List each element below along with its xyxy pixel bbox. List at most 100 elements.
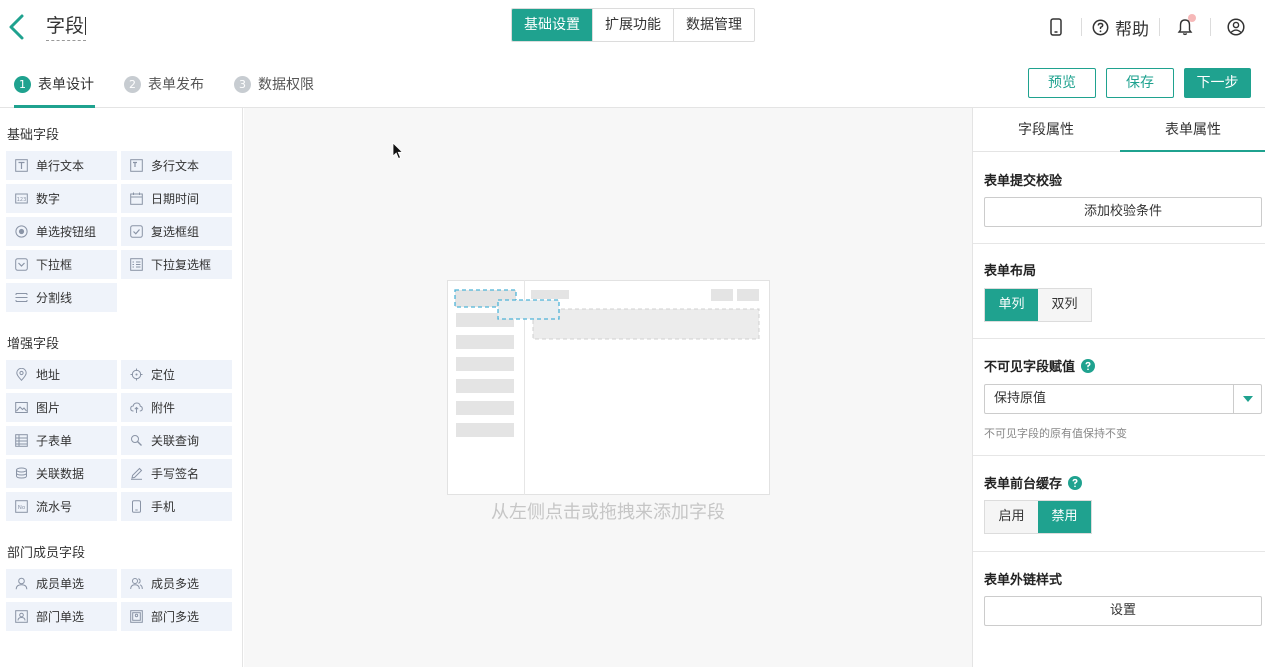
section-title-submit-validation: 表单提交校验 bbox=[984, 174, 1063, 189]
link-data-icon bbox=[16, 467, 27, 479]
help-circle-icon[interactable] bbox=[1081, 358, 1096, 373]
tab-data-management[interactable]: 数据管理 bbox=[673, 9, 754, 41]
field-label: 子表单 bbox=[36, 434, 73, 448]
field-number[interactable]: 123 数字 bbox=[6, 184, 117, 213]
field-serial-number[interactable]: No 流水号 bbox=[6, 492, 117, 521]
field-multi-dropdown[interactable]: 下拉复选框 bbox=[121, 250, 232, 279]
tab-extensions[interactable]: 扩展功能 bbox=[592, 9, 673, 41]
field-link-query[interactable]: 关联查询 bbox=[121, 426, 232, 455]
divider bbox=[1159, 18, 1160, 36]
notification-dot bbox=[1188, 14, 1196, 22]
field-subform[interactable]: 子表单 bbox=[6, 426, 117, 455]
field-divider[interactable]: 分割线 bbox=[6, 283, 117, 312]
field-attachment[interactable]: 附件 bbox=[121, 393, 232, 422]
field-dropdown[interactable]: 下拉框 bbox=[6, 250, 117, 279]
field-department-multi[interactable]: 部门多选 bbox=[121, 602, 232, 631]
user-avatar-icon[interactable] bbox=[1221, 12, 1251, 42]
field-label: 地址 bbox=[36, 368, 61, 382]
field-datetime[interactable]: 日期时间 bbox=[121, 184, 232, 213]
field-checkbox-group[interactable]: 复选框组 bbox=[121, 217, 232, 246]
svg-text:No: No bbox=[18, 505, 26, 511]
cloud-upload-icon bbox=[130, 402, 143, 413]
users-icon bbox=[130, 578, 143, 590]
pen-icon bbox=[131, 467, 143, 480]
multi-dropdown-icon bbox=[130, 258, 143, 271]
field-phone[interactable]: 手机 bbox=[121, 492, 232, 521]
next-step-button[interactable]: 下一步 bbox=[1184, 68, 1251, 98]
field-member-single[interactable]: 成员单选 bbox=[6, 569, 117, 598]
step-data-permissions[interactable]: 3 数据权限 bbox=[234, 74, 314, 94]
help-label: 帮助 bbox=[1115, 19, 1149, 40]
step-number: 3 bbox=[234, 75, 251, 93]
notification-bell-icon[interactable] bbox=[1170, 12, 1200, 42]
field-location[interactable]: 定位 bbox=[121, 360, 232, 389]
invisible-field-select[interactable]: 保持原值 bbox=[984, 384, 1262, 414]
caret-down-icon[interactable] bbox=[1233, 385, 1261, 413]
layout-single-column-option[interactable]: 单列 bbox=[985, 289, 1038, 321]
mobile-preview-icon[interactable] bbox=[1041, 12, 1071, 42]
help-button[interactable]: 帮助 bbox=[1092, 15, 1149, 40]
section-divider bbox=[973, 338, 1265, 339]
field-label: 下拉框 bbox=[36, 258, 73, 272]
field-label: 数字 bbox=[36, 192, 61, 206]
field-member-multi[interactable]: 成员多选 bbox=[121, 569, 232, 598]
field-label: 关联数据 bbox=[36, 467, 85, 481]
number-icon: 123 bbox=[15, 193, 28, 204]
section-divider bbox=[973, 455, 1265, 456]
section-title-text: 不可见字段赋值 bbox=[984, 360, 1076, 375]
field-label: 部门多选 bbox=[151, 610, 200, 624]
field-label: 单选按钮组 bbox=[36, 225, 97, 239]
layout-segmented-control: 单列 双列 bbox=[984, 288, 1092, 322]
phone-icon bbox=[132, 500, 141, 513]
tab-field-properties[interactable]: 字段属性 bbox=[973, 108, 1119, 152]
field-signature[interactable]: 手写签名 bbox=[121, 459, 232, 488]
back-icon[interactable] bbox=[6, 12, 28, 42]
field-department-single[interactable]: 部门单选 bbox=[6, 602, 117, 631]
serial-number-icon: No bbox=[15, 500, 28, 513]
cache-disable-option[interactable]: 禁用 bbox=[1038, 501, 1091, 533]
field-link-data[interactable]: 关联数据 bbox=[6, 459, 117, 488]
step-form-publish[interactable]: 2 表单发布 bbox=[124, 74, 204, 94]
link-query-icon bbox=[131, 435, 142, 446]
section-title-external-link: 表单外链样式 bbox=[984, 573, 1063, 588]
field-image[interactable]: 图片 bbox=[6, 393, 117, 422]
checkbox-icon bbox=[130, 225, 143, 238]
form-title-text: 字段 bbox=[46, 15, 85, 37]
text-icon bbox=[15, 159, 28, 172]
form-title-input[interactable]: 字段 bbox=[46, 14, 87, 41]
field-label: 流水号 bbox=[36, 500, 73, 514]
tab-form-properties[interactable]: 表单属性 bbox=[1120, 108, 1265, 152]
divider-icon bbox=[15, 293, 28, 302]
cache-segmented-control: 启用 禁用 bbox=[984, 500, 1092, 534]
field-label: 复选框组 bbox=[151, 225, 200, 239]
field-radio-group[interactable]: 单选按钮组 bbox=[6, 217, 117, 246]
properties-panel: 字段属性 表单属性 表单提交校验 添加校验条件 表单布局 单列 双列 不可见字段… bbox=[972, 108, 1265, 667]
image-icon bbox=[15, 402, 28, 413]
step-form-design[interactable]: 1 表单设计 bbox=[14, 74, 94, 94]
divider bbox=[1210, 18, 1211, 36]
external-link-settings-button[interactable]: 设置 bbox=[984, 596, 1262, 626]
field-label: 手写签名 bbox=[151, 467, 200, 481]
invisible-field-hint: 不可见字段的原有值保持不变 bbox=[984, 427, 1127, 440]
field-address[interactable]: 地址 bbox=[6, 360, 117, 389]
location-pin-icon bbox=[16, 368, 27, 381]
tab-basic-settings[interactable]: 基础设置 bbox=[512, 9, 592, 41]
empty-form-illustration bbox=[447, 280, 770, 495]
department-icon bbox=[15, 610, 28, 623]
group-title-basic: 基础字段 bbox=[7, 128, 60, 143]
section-title-layout: 表单布局 bbox=[984, 264, 1037, 279]
layout-double-column-option[interactable]: 双列 bbox=[1038, 289, 1091, 321]
field-single-line-text[interactable]: 单行文本 bbox=[6, 151, 117, 180]
field-multi-line-text[interactable]: 多行文本 bbox=[121, 151, 232, 180]
help-circle-icon[interactable] bbox=[1068, 475, 1083, 490]
add-validation-button[interactable]: 添加校验条件 bbox=[984, 197, 1262, 227]
divider bbox=[1081, 18, 1082, 36]
field-label: 定位 bbox=[151, 368, 176, 382]
save-button[interactable]: 保存 bbox=[1106, 68, 1174, 98]
preview-button[interactable]: 预览 bbox=[1028, 68, 1096, 98]
field-label: 部门单选 bbox=[36, 610, 85, 624]
cache-enable-option[interactable]: 启用 bbox=[985, 501, 1038, 533]
field-label: 多行文本 bbox=[151, 159, 200, 173]
form-canvas[interactable]: 从左侧点击或拖拽来添加字段 bbox=[244, 108, 972, 667]
field-palette: 基础字段 单行文本 多行文本 123 数字 日期时间 单选按钮组 复选框组 下拉… bbox=[0, 108, 243, 667]
